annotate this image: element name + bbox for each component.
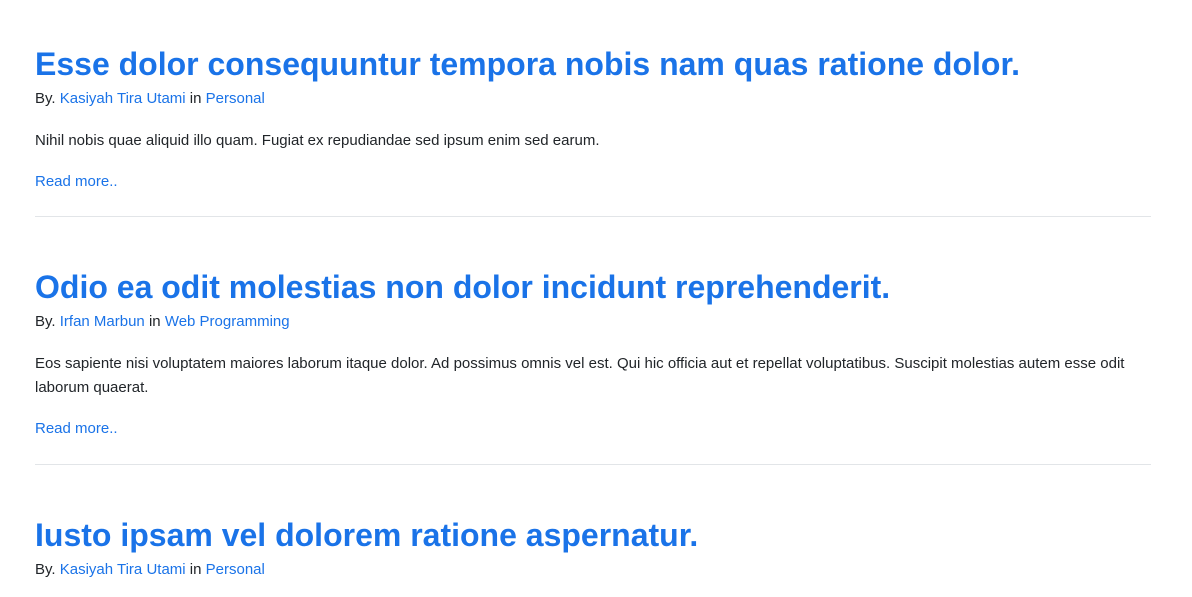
- category-link[interactable]: Personal: [206, 90, 265, 107]
- read-more-link[interactable]: Read more..: [35, 419, 118, 439]
- in-label: in: [189, 561, 202, 578]
- post-card: Iusto ipsam vel dolorem ratione aspernat…: [35, 515, 1151, 578]
- in-label: in: [148, 313, 161, 330]
- post-divider: [35, 464, 1151, 465]
- category-link[interactable]: Web Programming: [165, 313, 290, 330]
- in-label: in: [189, 90, 202, 107]
- author-link[interactable]: Irfan Marbun: [60, 313, 145, 330]
- author-link[interactable]: Kasiyah Tira Utami: [60, 90, 186, 107]
- post-meta: By. Kasiyah Tira Utami in Personal: [35, 89, 265, 109]
- post-excerpt: Eos sapiente nisi voluptatem maiores lab…: [35, 355, 1125, 396]
- post-excerpt: Nihil nobis quae aliquid illo quam. Fugi…: [35, 132, 600, 149]
- post-title-link[interactable]: Esse dolor consequuntur tempora nobis na…: [35, 44, 1151, 84]
- post-list: Esse dolor consequuntur tempora nobis na…: [0, 0, 1192, 597]
- post-card: Esse dolor consequuntur tempora nobis na…: [35, 44, 1151, 190]
- by-label: By.: [35, 90, 56, 107]
- post-meta: By. Irfan Marbun in Web Programming: [35, 312, 290, 332]
- post-divider: [35, 216, 1151, 217]
- by-label: By.: [35, 561, 56, 578]
- by-label: By.: [35, 313, 56, 330]
- post-meta: By. Kasiyah Tira Utami in Personal: [35, 560, 265, 580]
- post-card: Odio ea odit molestias non dolor incidun…: [35, 267, 1151, 437]
- post-title-link[interactable]: Iusto ipsam vel dolorem ratione aspernat…: [35, 515, 1151, 555]
- post-title-link[interactable]: Odio ea odit molestias non dolor incidun…: [35, 267, 1151, 307]
- author-link[interactable]: Kasiyah Tira Utami: [60, 561, 186, 578]
- read-more-link[interactable]: Read more..: [35, 172, 118, 192]
- category-link[interactable]: Personal: [206, 561, 265, 578]
